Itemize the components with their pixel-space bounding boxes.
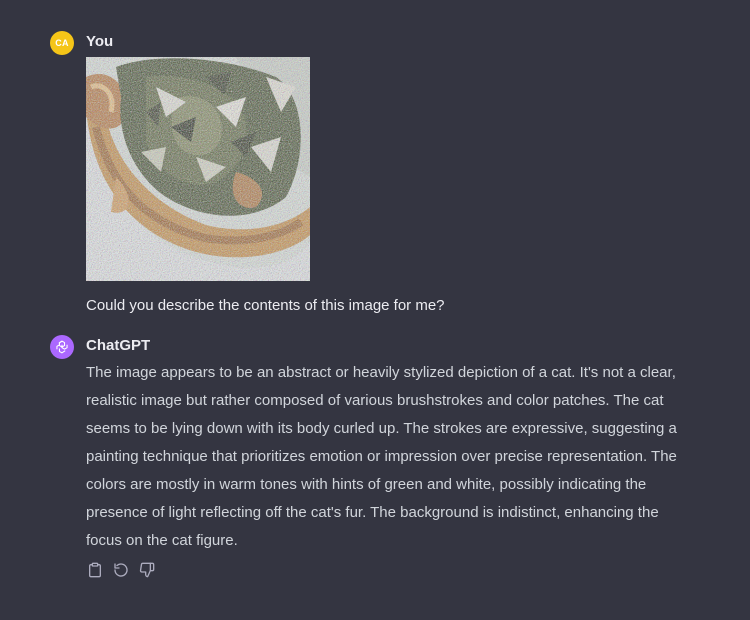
copy-icon — [89, 562, 101, 578]
thumbs-down-icon — [139, 562, 155, 578]
regenerate-icon — [114, 563, 128, 577]
regenerate-button[interactable] — [112, 561, 130, 579]
thumbs-down-button[interactable] — [138, 561, 156, 579]
user-avatar-initials: CA — [55, 38, 69, 48]
assistant-avatar — [50, 335, 74, 359]
user-author-name: You — [86, 33, 114, 50]
message-actions — [86, 561, 156, 579]
copy-button[interactable] — [86, 561, 104, 579]
openai-logo-icon — [56, 340, 68, 354]
user-avatar: CA — [50, 31, 74, 55]
uploaded-image[interactable] — [86, 57, 310, 281]
assistant-message-text: The image appears to be an abstract or h… — [86, 364, 677, 549]
user-message-text: Could you describe the contents of this … — [86, 297, 445, 314]
assistant-author-name: ChatGPT — [86, 337, 151, 354]
